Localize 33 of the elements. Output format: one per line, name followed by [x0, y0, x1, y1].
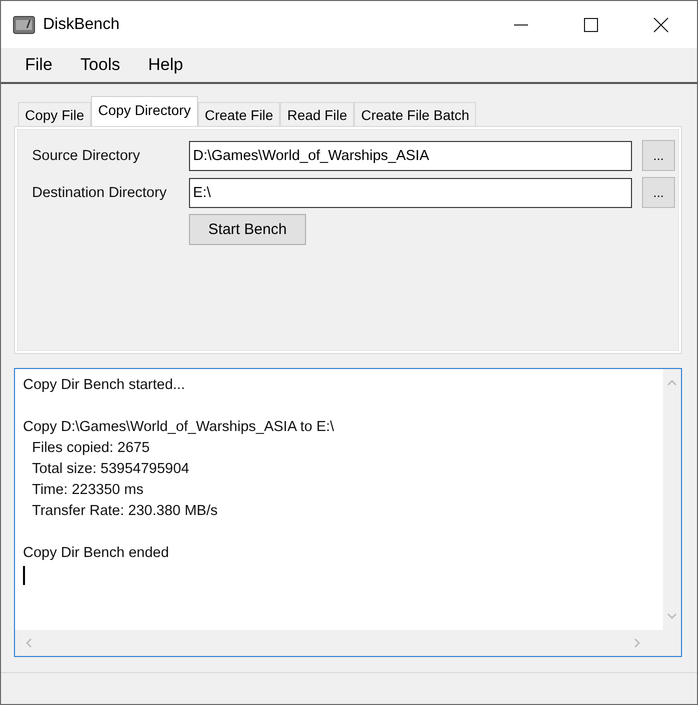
- input-field[interactable]: D:\Games\World_of_Warships_ASIA: [189, 140, 632, 170]
- browse-button[interactable]: ...: [642, 177, 675, 208]
- log-line: Copy Dir Bench started...: [23, 376, 185, 395]
- horizontal-scrollbar[interactable]: [15, 630, 681, 656]
- window-title: DiskBench: [43, 16, 120, 34]
- log-line: Copy Dir Bench ended: [23, 544, 169, 563]
- tab[interactable]: Create File: [198, 102, 280, 126]
- tab[interactable]: Read File: [280, 102, 354, 126]
- log-line: Copy D:\Games\World_of_Warships_ASIA to E:\: [23, 418, 334, 437]
- menu-item[interactable]: File: [11, 55, 66, 75]
- scroll-left-icon[interactable]: [25, 638, 33, 648]
- field-label: Destination Directory: [32, 184, 168, 200]
- menu-item[interactable]: Tools: [66, 55, 134, 75]
- scroll-up-icon[interactable]: [667, 379, 677, 387]
- maximize-icon[interactable]: [583, 16, 599, 32]
- input-field[interactable]: E:\: [189, 178, 632, 208]
- tab[interactable]: Copy Directory: [91, 96, 198, 126]
- log-line: Time: 223350 ms: [32, 481, 144, 500]
- scroll-down-icon[interactable]: [667, 612, 677, 620]
- tab[interactable]: Create File Batch: [354, 102, 476, 126]
- field-label: Source Directory: [32, 148, 141, 164]
- log-line: Transfer Rate: 230.380 MB/s: [32, 502, 218, 521]
- vertical-scrollbar[interactable]: [663, 369, 681, 630]
- browse-button[interactable]: ...: [642, 140, 675, 171]
- close-icon[interactable]: [653, 16, 669, 32]
- scroll-right-icon[interactable]: [633, 638, 641, 648]
- log-area[interactable]: Copy Dir Bench started... Copy D:\Games\World_of_Warships_ASIA to E:\ Files copied: 2675 Total size: 53954795904 Time: 223350 ms Transfer Rate: 230.380 MB/s Copy Dir Bench ended: [14, 368, 682, 657]
- log-line: Total size: 53954795904: [32, 460, 190, 479]
- menu-item[interactable]: Help: [134, 55, 198, 75]
- tab[interactable]: Copy File: [18, 102, 92, 126]
- log-line: Files copied: 2675: [32, 439, 150, 458]
- start-bench-button[interactable]: Start Bench: [189, 214, 306, 245]
- app-icon: [13, 16, 35, 34]
